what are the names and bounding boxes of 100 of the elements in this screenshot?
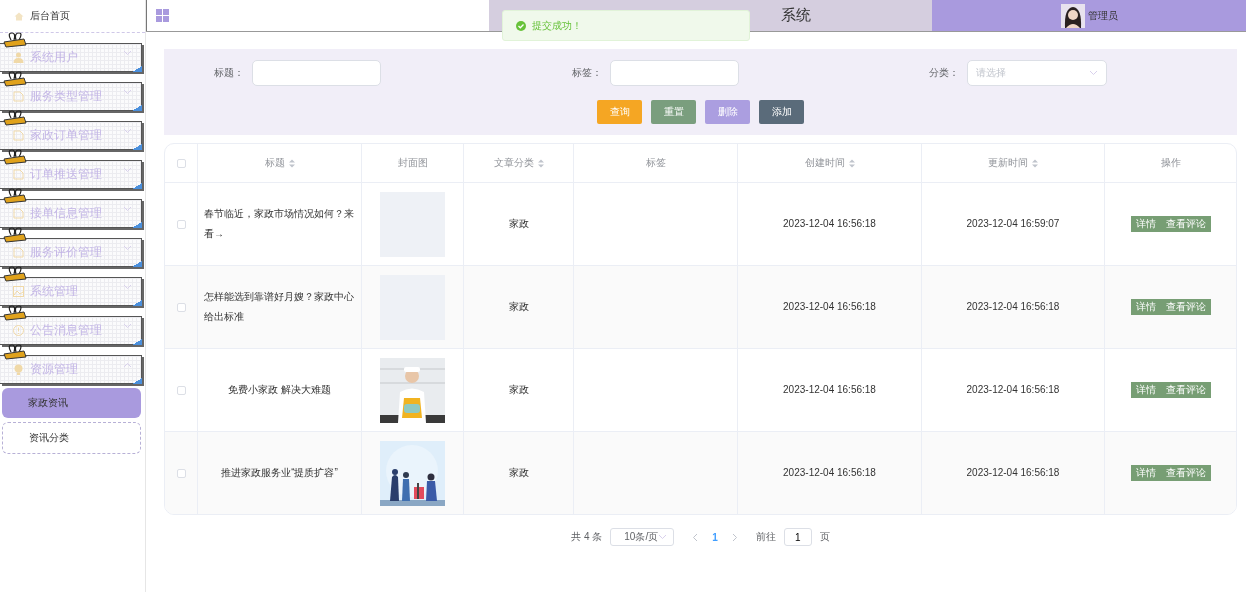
updated-time-cell-text: 2023-12-04 16:59:07	[965, 217, 1061, 231]
title-cell-text: 推进家政服务业“提质扩容”	[220, 466, 339, 480]
action-button[interactable]: 重置	[651, 100, 696, 124]
category-cell-text: 家政	[507, 466, 530, 480]
category-cell-text: 家政	[507, 383, 530, 397]
chevron-icon	[123, 284, 132, 290]
previous-page-icon[interactable]	[692, 532, 699, 542]
binder-clip-icon	[3, 266, 27, 282]
created-time-cell-text: 2023-12-04 16:56:18	[782, 217, 877, 231]
column-header[interactable]: 文章分类	[493, 156, 544, 170]
updated-time-cell-text: 2023-12-04 16:56:18	[965, 466, 1061, 480]
select-all-checkbox[interactable]	[176, 158, 186, 168]
column-header: 标签	[645, 156, 666, 170]
sidebar-label: 接单信息管理	[30, 205, 102, 222]
field-label: 标签：	[570, 66, 603, 80]
submenu-item[interactable]: 资讯分类	[2, 422, 141, 454]
check-circle-icon	[516, 20, 526, 31]
binder-clip-icon	[3, 149, 27, 165]
user-name: 管理员	[1087, 8, 1118, 23]
row-checkbox[interactable]	[176, 468, 186, 478]
sidebar-menu-item[interactable]: 服务类型管理	[0, 82, 142, 111]
sidebar-menu-item[interactable]: 系统用户	[0, 43, 142, 72]
info-icon	[13, 325, 24, 336]
sort-icon	[1032, 158, 1038, 168]
category-cell-text: 家政	[507, 300, 530, 314]
page-suffix: 页	[819, 530, 830, 544]
action-button[interactable]: 查询	[597, 100, 642, 124]
document-icon	[13, 247, 24, 258]
sidebar-label: 后台首页	[30, 9, 70, 23]
binder-clip-icon	[3, 305, 27, 321]
chevron-icon	[123, 89, 132, 95]
sidebar-menu-item[interactable]: 系统管理	[0, 277, 142, 306]
sidebar-menu-item[interactable]: 公告消息管理	[0, 316, 142, 345]
created-time-cell-text: 2023-12-04 16:56:18	[782, 383, 877, 397]
chevron-icon	[658, 534, 668, 540]
updated-time-cell-text: 2023-12-04 16:56:18	[965, 300, 1061, 314]
toast-message: 提交成功！	[532, 18, 582, 33]
user-icon	[13, 52, 24, 63]
sidebar-label: 系统管理	[30, 283, 78, 300]
page-size-select[interactable]: 10条/页	[610, 528, 675, 546]
sidebar-item[interactable]: 后台首页	[0, 0, 145, 33]
column-header[interactable]: 更新时间	[988, 156, 1038, 170]
created-time-cell-text: 2023-12-04 16:56:18	[782, 466, 877, 480]
app-title: 系统	[780, 6, 811, 25]
title-cell-text: 春节临近，家政市场情况如何？来看→	[203, 207, 355, 241]
page-number[interactable]: 1	[706, 531, 724, 543]
avatar-icon[interactable]	[1060, 3, 1085, 28]
field-label: 分类：	[928, 66, 961, 80]
document-icon	[13, 208, 24, 219]
binder-clip-icon	[3, 227, 27, 243]
total-count: 共 4 条	[571, 530, 603, 544]
bulb-icon	[13, 364, 24, 375]
goto-label: 前往	[755, 530, 776, 544]
action-button[interactable]: 删除	[705, 100, 750, 124]
sidebar-label: 公告消息管理	[30, 322, 102, 339]
sidebar-label: 订单推送管理	[30, 166, 102, 183]
binder-clip-icon	[3, 344, 27, 360]
chevron-icon	[123, 245, 132, 251]
next-page-icon[interactable]	[731, 532, 738, 542]
input-field[interactable]	[252, 60, 381, 86]
home-icon	[14, 11, 24, 21]
document-icon	[13, 169, 24, 180]
binder-clip-icon	[3, 32, 27, 48]
title-cell-text: 免费小家政 解决大难题	[227, 383, 332, 397]
chevron-icon	[123, 362, 132, 368]
page-input[interactable]: 1	[783, 528, 812, 546]
chevron-icon	[123, 323, 132, 329]
category-cell-text: 家政	[507, 217, 530, 231]
row-checkbox[interactable]	[176, 302, 186, 312]
chevron-icon	[1089, 70, 1099, 76]
title-cell-text: 怎样能选到靠谱好月嫂？家政中心给出标准	[203, 290, 355, 324]
action-button[interactable]: 添加	[759, 100, 804, 124]
row-checkbox[interactable]	[176, 219, 186, 229]
input-field[interactable]	[609, 60, 739, 86]
submenu-item[interactable]: 家政资讯	[2, 388, 141, 418]
created-time-cell-text: 2023-12-04 16:56:18	[782, 300, 877, 314]
row-checkbox[interactable]	[176, 385, 186, 395]
column-header[interactable]: 创建时间	[804, 156, 855, 170]
sort-icon	[848, 158, 855, 168]
sidebar-label: 服务类型管理	[30, 88, 102, 105]
column-header: 操作	[1160, 156, 1181, 170]
updated-time-cell-text: 2023-12-04 16:56:18	[965, 383, 1061, 397]
sidebar-menu-item[interactable]: 接单信息管理	[0, 199, 142, 228]
sort-icon	[537, 158, 544, 168]
column-header[interactable]: 标题	[264, 156, 295, 170]
chevron-icon	[123, 50, 132, 56]
sidebar-label: 家政订单管理	[30, 127, 102, 144]
document-icon	[13, 130, 24, 141]
binder-clip-icon	[3, 188, 27, 204]
binder-clip-icon	[3, 71, 27, 87]
document-icon	[13, 91, 24, 102]
sidebar-menu-item[interactable]: 资源管理	[0, 355, 142, 384]
chevron-icon	[123, 206, 132, 212]
sidebar-menu-item[interactable]: 家政订单管理	[0, 121, 142, 150]
field-label: 标题：	[213, 66, 245, 80]
sidebar-menu-item[interactable]: 订单推送管理	[0, 160, 142, 189]
sidebar-label: 系统用户	[30, 49, 78, 66]
grid-menu-icon[interactable]	[156, 9, 169, 22]
sort-icon	[288, 158, 295, 168]
sidebar-label: 资源管理	[30, 361, 78, 378]
